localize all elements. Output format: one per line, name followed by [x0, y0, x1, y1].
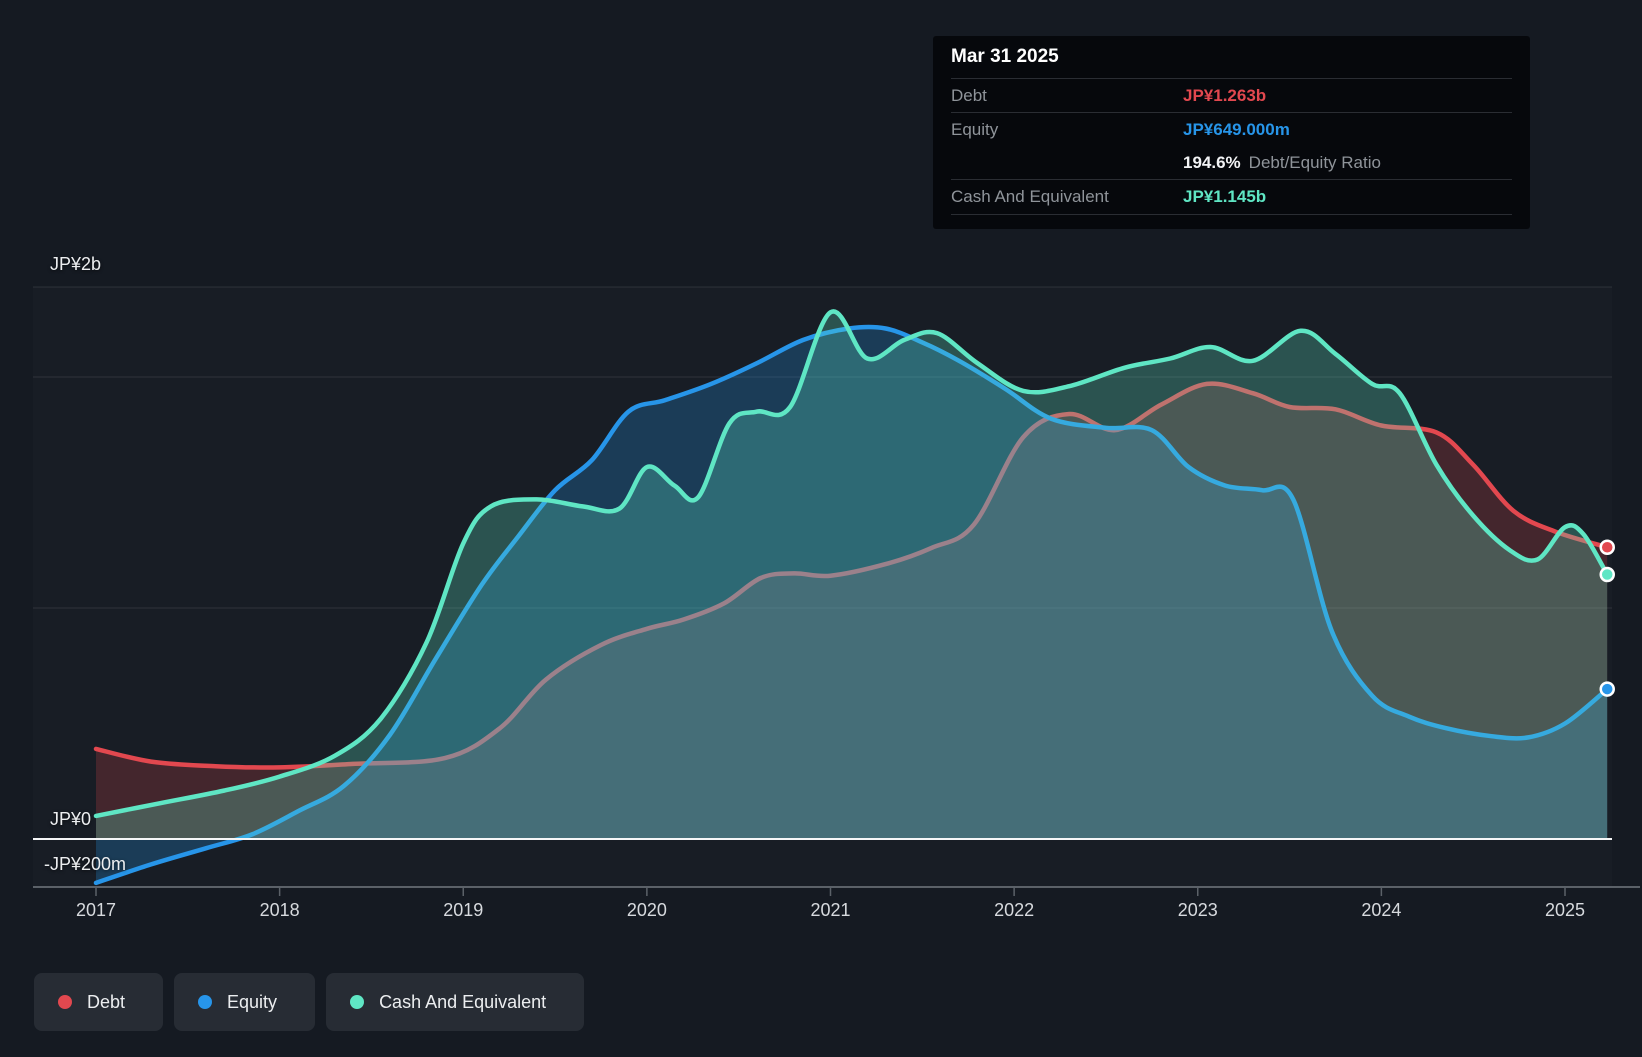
debt-dot-icon [58, 995, 72, 1009]
legend-item-debt[interactable]: Debt [34, 973, 164, 1031]
y-axis-label-2b: JP¥2b [50, 254, 101, 274]
x-axis-label-2020: 2020 [627, 900, 667, 920]
tooltip-row-cash: Cash And Equivalent JP¥1.145b [951, 179, 1512, 213]
x-axis-label-2025: 2025 [1545, 900, 1585, 920]
x-axis-label-2018: 2018 [260, 900, 300, 920]
equity-dot-icon [198, 995, 213, 1009]
legend-equity-label: Equity [227, 991, 278, 1012]
legend-debt-label: Debt [87, 991, 126, 1012]
x-axis-label-2017: 2017 [76, 900, 116, 920]
tooltip-debt-label: Debt [951, 85, 987, 105]
tooltip-ratio-label: Debt/Equity Ratio [1248, 152, 1381, 172]
end-marker-equity[interactable] [1599, 681, 1615, 697]
x-axis-label-2024: 2024 [1361, 900, 1401, 920]
tooltip-row-debt: Debt JP¥1.263b [951, 78, 1512, 112]
tooltip-cash-label: Cash And Equivalent [951, 186, 1109, 206]
tooltip-row-equity: Equity JP¥649.000m [951, 112, 1512, 146]
tooltip-ratio-value: 194.6% [1183, 152, 1241, 172]
legend: Debt Equity Cash And Equivalent [34, 973, 585, 1031]
x-axis-label-2021: 2021 [810, 900, 850, 920]
tooltip-row-ratio: 194.6% Debt/Equity Ratio [951, 146, 1512, 179]
tooltip-date: Mar 31 2025 [951, 46, 1059, 67]
y-axis-label-0: JP¥0 [50, 809, 91, 829]
legend-item-equity[interactable]: Equity [174, 973, 316, 1031]
y-axis-label-neg200m: -JP¥200m [44, 854, 126, 874]
legend-item-cash[interactable]: Cash And Equivalent [326, 973, 585, 1031]
cash-dot-icon [350, 995, 365, 1009]
tooltip-equity-label: Equity [951, 119, 999, 139]
debt-equity-history-page: { "colors": { "background": "#151a22", "… [0, 0, 1642, 1052]
x-axis-label-2022: 2022 [994, 900, 1034, 920]
end-marker-cash-and-equivalent[interactable] [1599, 566, 1615, 583]
x-axis-label-2023: 2023 [1178, 900, 1218, 920]
tooltip-divider [951, 214, 1512, 215]
tooltip-debt-value: JP¥1.263b [1183, 85, 1267, 105]
tooltip-cash-value: JP¥1.145b [1183, 186, 1267, 206]
tooltip: Mar 31 2025 Debt JP¥1.263b Equity JP¥649… [933, 36, 1530, 229]
x-axis-label-2019: 2019 [443, 900, 483, 920]
tooltip-equity-value: JP¥649.000m [1183, 119, 1290, 139]
legend-cash-label: Cash And Equivalent [379, 991, 547, 1012]
end-marker-debt[interactable] [1599, 539, 1615, 555]
